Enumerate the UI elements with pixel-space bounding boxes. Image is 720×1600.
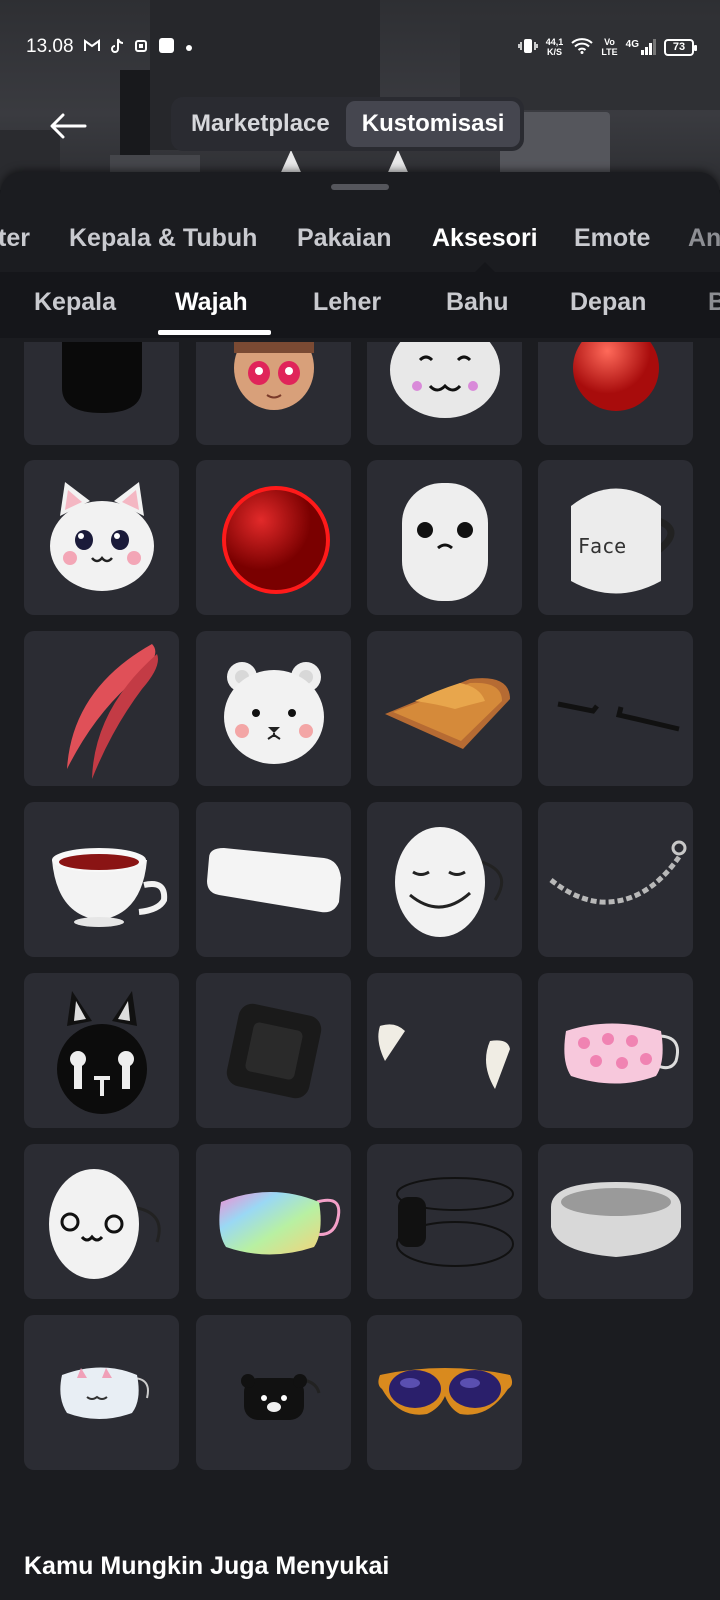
accessory-tile[interactable] xyxy=(367,342,522,445)
red-feather-icon xyxy=(66,643,158,779)
black-eye-patch-icon xyxy=(395,1176,514,1267)
top-tabs: Marketplace Kustomisasi xyxy=(171,97,525,151)
vibrate-icon xyxy=(518,38,538,57)
battery-indicator: 73 xyxy=(664,38,697,56)
category-tab-karakter[interactable]: ter xyxy=(0,224,30,253)
network-type: 4G xyxy=(625,39,639,50)
accessory-tile[interactable] xyxy=(196,631,351,786)
teacup-icon xyxy=(51,847,167,927)
accessory-tile[interactable] xyxy=(367,1315,522,1470)
accessory-tile[interactable] xyxy=(196,1315,351,1470)
app-notification-icon xyxy=(134,39,148,56)
accessory-tile[interactable]: Face xyxy=(538,460,693,615)
accessory-tile[interactable] xyxy=(367,1144,522,1299)
subtab-bahu[interactable]: Bahu xyxy=(446,288,509,317)
red-clown-nose-icon xyxy=(221,485,330,594)
back-arrow-icon xyxy=(50,113,87,139)
owo-egg-mask-icon xyxy=(48,1168,161,1279)
avatar-scene-background xyxy=(0,0,720,190)
accessory-tile[interactable] xyxy=(538,802,693,957)
black-bunny-mask-icon xyxy=(56,990,147,1114)
marshmallow-face-icon xyxy=(401,482,488,601)
accessory-tile[interactable] xyxy=(196,802,351,957)
bandage-icon xyxy=(206,847,341,912)
silver-chain-icon xyxy=(548,840,686,905)
category-tab-aksesori[interactable]: Aksesori xyxy=(432,224,538,253)
volte-bottom: LTE xyxy=(601,47,618,57)
category-tab-kepala-tubuh[interactable]: Kepala & Tubuh xyxy=(69,224,257,253)
toast-icon xyxy=(384,677,510,749)
rainbow-face-mask-icon xyxy=(218,1191,340,1254)
accessory-tile[interactable] xyxy=(24,802,179,957)
accessory-tile[interactable] xyxy=(24,631,179,786)
black-hood-icon xyxy=(61,342,142,413)
accessory-tile[interactable] xyxy=(367,973,522,1128)
cell-signal: 4G xyxy=(626,39,656,55)
subcategory-tabs: Kepala Wajah Leher Bahu Depan B xyxy=(0,272,720,338)
wifi-icon xyxy=(571,37,593,57)
subtab-wajah[interactable]: Wajah xyxy=(175,288,248,317)
white-visor-icon xyxy=(550,1181,681,1257)
face-mug-text: Face xyxy=(578,534,626,558)
accessory-tile[interactable] xyxy=(367,631,522,786)
white-bear-mask-icon xyxy=(223,661,324,764)
accessory-tile[interactable] xyxy=(24,460,179,615)
bunny-face-mask-icon xyxy=(59,1367,149,1419)
accessory-tile[interactable] xyxy=(24,973,179,1128)
accessory-tile[interactable] xyxy=(24,1144,179,1299)
more-notifications-dot-icon xyxy=(185,40,193,55)
status-time: 13.08 xyxy=(26,36,74,57)
subtab-kepala[interactable]: Kepala xyxy=(34,288,116,317)
back-button[interactable] xyxy=(46,104,90,148)
volte-indicator: Vo LTE xyxy=(601,37,617,57)
category-tab-animasi[interactable]: An xyxy=(688,224,720,253)
tab-marketplace[interactable]: Marketplace xyxy=(175,101,346,147)
accessory-tile[interactable] xyxy=(538,973,693,1128)
accessory-tile[interactable] xyxy=(196,1144,351,1299)
accessory-tile[interactable] xyxy=(196,460,351,615)
sheet-drag-handle[interactable] xyxy=(331,184,389,190)
accessory-grid: Face xyxy=(0,342,720,1472)
category-tabs: ter Kepala & Tubuh Pakaian Aksesori Emot… xyxy=(0,216,720,274)
signal-bars-icon xyxy=(641,39,656,55)
network-speed-value: 44,1 xyxy=(545,37,564,47)
tiktok-icon xyxy=(110,38,124,57)
black-brows-icon xyxy=(557,701,680,731)
category-tab-emote[interactable]: Emote xyxy=(574,224,650,253)
face-mug-mask-icon: Face xyxy=(570,488,674,593)
orange-sunglasses-icon xyxy=(377,1367,512,1415)
accessory-tile[interactable] xyxy=(196,342,351,445)
active-subtab-underline xyxy=(158,330,271,335)
accessory-tile[interactable] xyxy=(196,973,351,1128)
black-patch-icon xyxy=(226,1003,321,1098)
bear-eye-patch-icon xyxy=(240,1373,320,1420)
white-cute-face-icon xyxy=(389,342,500,418)
red-nose-icon xyxy=(572,342,659,411)
pink-face-mask-icon xyxy=(563,1023,679,1083)
white-cat-mask-icon xyxy=(49,481,154,591)
accessory-tile[interactable] xyxy=(538,342,693,445)
subtab-leher[interactable]: Leher xyxy=(313,288,381,317)
gmail-icon xyxy=(83,39,100,55)
smile-egg-mask-icon xyxy=(394,826,503,937)
accessory-tile[interactable] xyxy=(367,460,522,615)
accessory-tile[interactable] xyxy=(538,1144,693,1299)
accessory-tile[interactable] xyxy=(24,342,179,445)
tab-kustomisasi[interactable]: Kustomisasi xyxy=(345,101,521,147)
active-category-caret xyxy=(475,262,495,272)
category-tab-pakaian[interactable]: Pakaian xyxy=(297,224,392,253)
roblox-notification-icon xyxy=(158,37,175,57)
accessory-tile[interactable] xyxy=(367,802,522,957)
accessory-tile[interactable] xyxy=(538,631,693,786)
status-bar: 13.08 44,1 K/S Vo LTE 4G 73 xyxy=(0,30,720,64)
subtab-depan[interactable]: Depan xyxy=(570,288,646,317)
volte-top: Vo xyxy=(604,37,615,47)
accessory-tile[interactable] xyxy=(24,1315,179,1470)
vampire-fangs-icon xyxy=(377,1023,510,1089)
subtab-belakang[interactable]: B xyxy=(708,288,720,317)
network-speed: 44,1 K/S xyxy=(546,37,564,57)
network-speed-unit: K/S xyxy=(547,47,563,57)
recommendations-title: Kamu Mungkin Juga Menyukai xyxy=(24,1552,390,1580)
anime-face-icon xyxy=(233,342,314,410)
